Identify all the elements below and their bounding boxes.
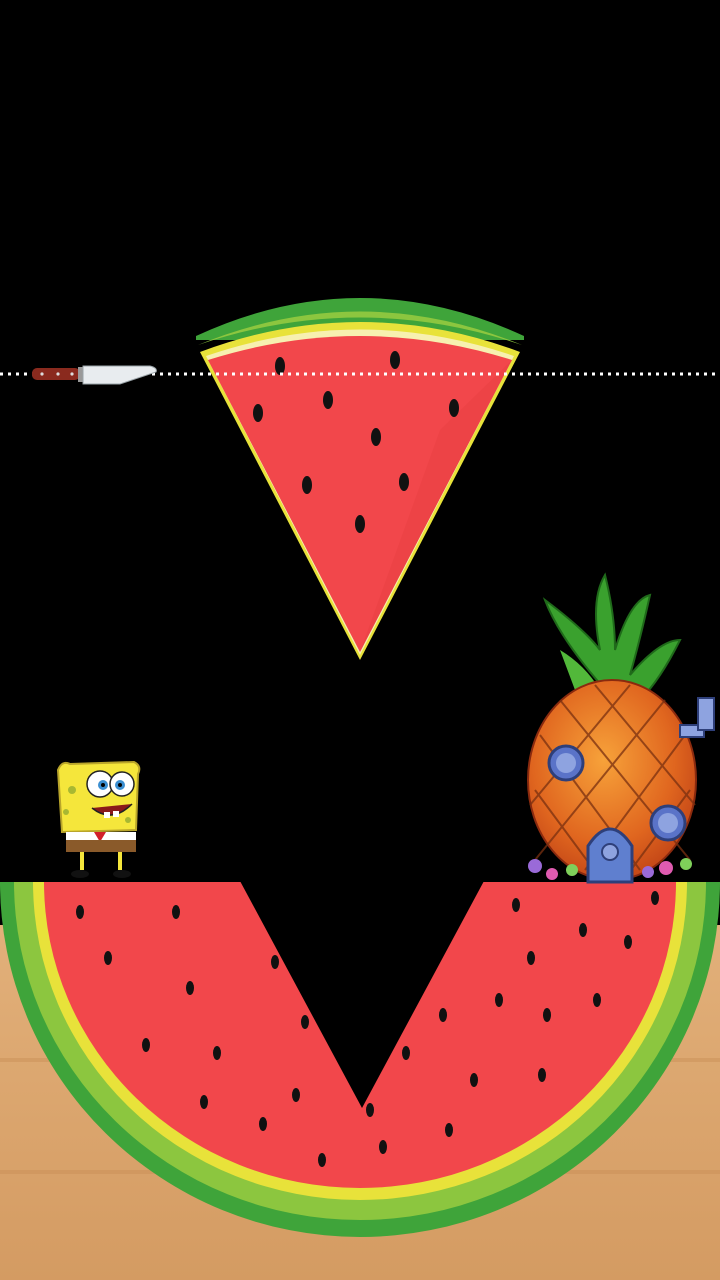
spongebob-character[interactable]	[56, 760, 141, 878]
pineapple-house[interactable]	[527, 572, 715, 884]
watermelon-slice[interactable]	[196, 298, 524, 660]
knife-icon[interactable]	[32, 365, 157, 385]
game-stage	[0, 0, 720, 1280]
game-scene	[0, 298, 720, 1280]
